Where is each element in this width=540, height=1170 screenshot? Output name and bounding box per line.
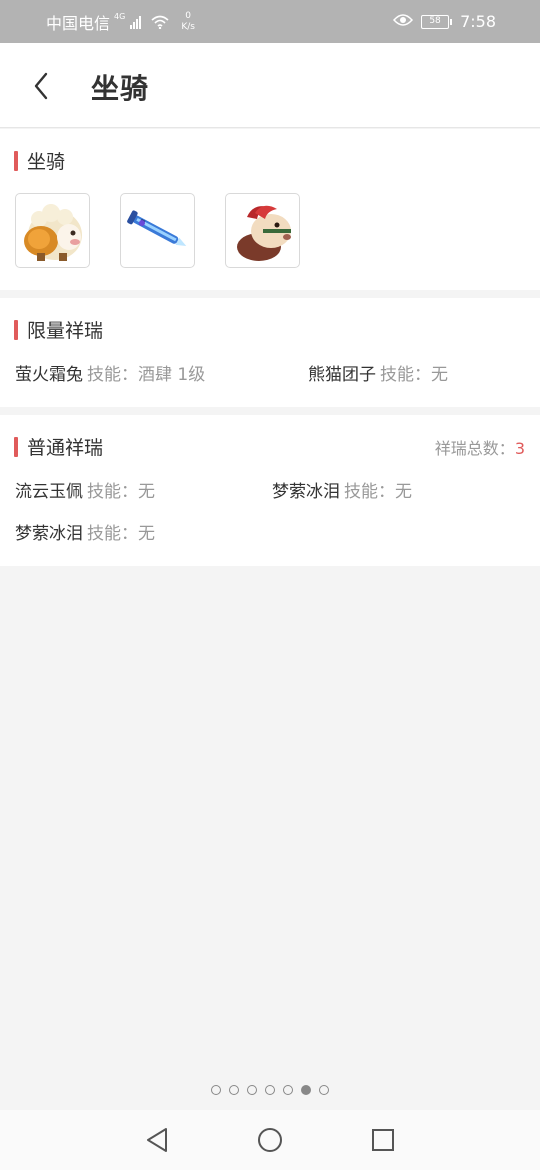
nav-home-button[interactable]	[250, 1120, 290, 1160]
mounts-card: 坐骑	[0, 129, 540, 290]
total-count-label: 祥瑞总数：	[434, 439, 515, 458]
page-dot[interactable]	[265, 1085, 275, 1095]
item-name: 流云玉佩	[15, 482, 83, 502]
network-speed-value: 0	[185, 10, 191, 21]
wifi-icon	[151, 15, 169, 29]
item-name: 熊猫团子	[308, 365, 376, 385]
sheep-mount-art	[23, 203, 82, 261]
triangle-back-icon	[146, 1128, 167, 1152]
network-speed: 0 K/s	[181, 11, 195, 33]
item-name: 梦萦冰泪	[15, 524, 83, 544]
list-item[interactable]: 萤火霜兔 技能：酒肆 1级	[15, 360, 205, 385]
flying-sword-mount-icon[interactable]	[120, 193, 195, 268]
page-dot[interactable]	[211, 1085, 221, 1095]
battery-icon: 58	[421, 14, 453, 29]
page-dot[interactable]	[247, 1085, 257, 1095]
armored-sheep-mount-icon[interactable]	[15, 193, 90, 268]
circle-home-icon	[257, 1128, 282, 1152]
nav-recents-button[interactable]	[363, 1120, 403, 1160]
sword-mount-art	[126, 210, 186, 246]
section-accent-bar	[14, 150, 18, 171]
total-count-value: 3	[514, 439, 525, 458]
system-nav-bar	[0, 1110, 540, 1170]
page-dot-active[interactable]	[301, 1085, 311, 1095]
page-dot[interactable]	[319, 1085, 329, 1095]
back-button[interactable]	[24, 69, 58, 103]
chevron-left-icon	[34, 72, 48, 100]
item-skill: 技能：酒肆 1级	[87, 365, 206, 385]
network-speed-unit: K/s	[181, 21, 195, 32]
page-dot[interactable]	[229, 1085, 239, 1095]
horse-mount-art	[236, 205, 291, 261]
eye-comfort-icon	[393, 12, 414, 31]
section-title-normal: 普通祥瑞	[14, 433, 103, 460]
status-bar: 中国电信 4G 0 K/s 58 7:58	[0, 0, 540, 43]
section-title-text: 限量祥瑞	[27, 320, 104, 342]
page-title: 坐骑	[91, 72, 150, 105]
horse-mount-icon[interactable]	[225, 193, 300, 268]
item-skill: 技能：无	[87, 482, 155, 502]
list-item[interactable]: 熊猫团子 技能：无	[308, 360, 448, 385]
clock: 7:58	[460, 12, 496, 31]
list-item[interactable]: 流云玉佩 技能：无	[15, 477, 155, 502]
section-accent-bar	[14, 436, 18, 457]
page-dot[interactable]	[283, 1085, 293, 1095]
limited-auspicious-card: 限量祥瑞 萤火霜兔 技能：酒肆 1级 熊猫团子 技能：无	[0, 298, 540, 407]
item-skill: 技能：无	[344, 482, 412, 502]
section-title-text: 坐骑	[27, 151, 66, 173]
page-header: 坐骑	[0, 43, 540, 128]
item-skill: 技能：无	[87, 524, 155, 544]
carrier-label: 中国电信	[46, 13, 111, 33]
section-title-mounts: 坐骑	[14, 147, 65, 174]
item-name: 萤火霜兔	[15, 365, 83, 385]
section-title-text: 普通祥瑞	[27, 437, 104, 459]
page-indicator	[0, 1085, 540, 1095]
total-count: 祥瑞总数：3	[435, 435, 525, 459]
item-skill: 技能：无	[380, 365, 448, 385]
list-item[interactable]: 梦萦冰泪 技能：无	[15, 519, 155, 544]
normal-auspicious-card: 普通祥瑞 祥瑞总数：3 流云玉佩 技能：无 梦萦冰泪 技能：无 梦萦冰泪 技能：无	[0, 415, 540, 566]
section-accent-bar	[14, 319, 18, 340]
item-name: 梦萦冰泪	[272, 482, 340, 502]
signal-icon	[130, 15, 142, 29]
square-recents-icon	[372, 1129, 395, 1151]
network-type-label: 4G	[114, 12, 126, 21]
battery-level: 58	[421, 14, 450, 29]
nav-back-button[interactable]	[137, 1120, 177, 1160]
list-item[interactable]: 梦萦冰泪 技能：无	[272, 477, 412, 502]
section-title-limited: 限量祥瑞	[14, 316, 103, 343]
